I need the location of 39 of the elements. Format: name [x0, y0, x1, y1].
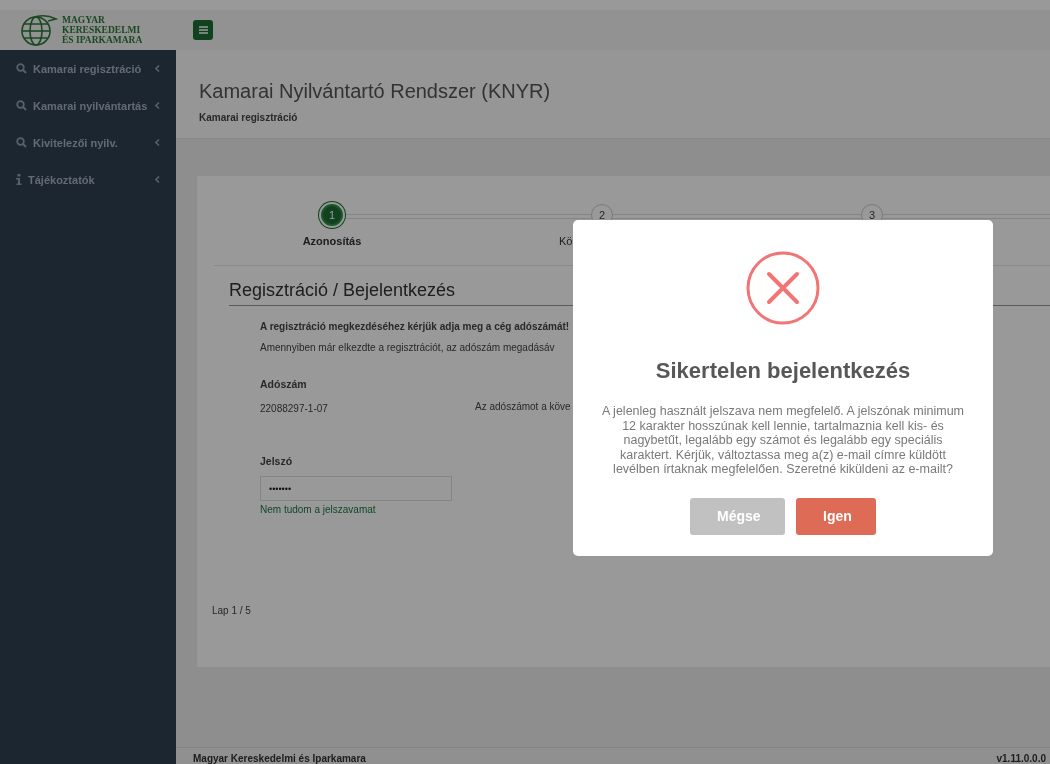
chevron-left-icon — [155, 65, 160, 72]
intro-text: A regisztráció megkezdéséhez kérjük adja meg a cég adószámát! — [260, 321, 571, 332]
chevron-left-icon — [155, 139, 160, 146]
footer-text: Magyar Kereskedelmi és Iparkamara — [193, 754, 366, 764]
sidebar-item[interactable]: Tájékoztatók — [0, 161, 176, 198]
confirm-button[interactable]: Igen — [796, 497, 876, 535]
menu-button[interactable] — [193, 20, 213, 40]
sidebar-item[interactable]: Kamarai regisztráció — [0, 50, 176, 87]
sidebar-item[interactable]: Kamarai nyilvántartás — [0, 87, 176, 124]
page-subtitle: Kamarai regisztráció — [199, 112, 299, 123]
field-label: Adószám — [260, 378, 307, 390]
info-text: Amennyiben már elkezdte a regisztrációt, az adószám megadásáv — [260, 342, 556, 353]
step-label: Azonosítás — [302, 235, 362, 247]
step-label: Kö — [559, 235, 573, 247]
info-icon — [16, 174, 22, 185]
error-icon — [746, 251, 820, 325]
dialog-message: A jelenleg használt jelszava nem megfelelő. A jelszónak minimum 12 karakter hosszúnak kell lennie, tartalmaznia kell kis- és nagybetűt, legalább egy számot és legalább egy speciális karaktert. Kérjük, változtassa meg a(z) e-mail címre küldött levélben írtaknak megfelelően. Szeretné kiküldeni az e-mailt? — [601, 404, 965, 477]
sidebar-item[interactable]: Kivitelezői nyilv. — [0, 124, 176, 161]
hint-text: Az adószámot a köve — [475, 401, 571, 414]
search-icon — [16, 100, 27, 111]
field-label: Jelszó — [260, 455, 293, 467]
chevron-left-icon — [155, 176, 160, 183]
dialog-title: Sikertelen bejelentkezés — [655, 358, 911, 384]
password-field[interactable]: ••••••• — [260, 476, 452, 501]
logo-text: KERESKEDELMI — [62, 25, 142, 35]
cancel-button[interactable]: Mégse — [690, 497, 785, 535]
forgot-password-link[interactable]: Nem tudom a jelszavamat — [260, 504, 376, 515]
menu-icon — [198, 26, 208, 34]
page-title: Kamarai Nyilvántartó Rendszer (KNYR) — [199, 80, 552, 103]
page-indicator: Lap 1 / 5 — [212, 605, 251, 616]
search-icon — [16, 137, 27, 148]
tax-number-value: 22088297-1-07 — [260, 403, 329, 414]
globe-logo-icon — [18, 13, 58, 47]
step-indicator[interactable]: 1 — [321, 204, 343, 226]
version-text: v1.11.0.0.0 — [996, 754, 1046, 764]
chevron-left-icon — [155, 102, 160, 109]
logo-text: ÉS IPARKAMARA — [62, 35, 143, 45]
logo-text: MAGYAR — [62, 15, 106, 25]
search-icon — [16, 63, 27, 74]
